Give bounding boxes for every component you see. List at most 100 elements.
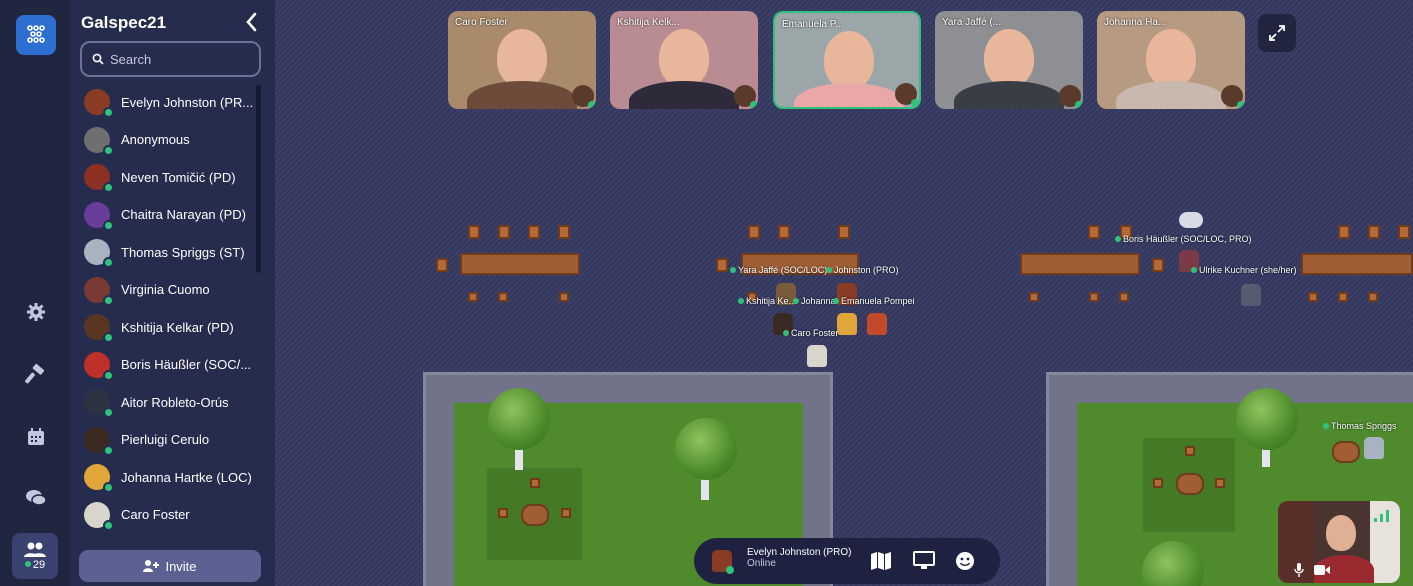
participant-body [794, 83, 904, 107]
chair [559, 292, 569, 302]
participant-row[interactable]: Aitor Robleto-Orús [84, 385, 259, 419]
microphone-icon[interactable] [1294, 563, 1304, 577]
chair [838, 225, 850, 239]
tile-avatar [1221, 85, 1245, 109]
map-label-caro: Caro Foster [783, 328, 839, 338]
map-label-johnston: Johnston (PRO) [826, 265, 899, 275]
online-status-icon [103, 519, 114, 531]
video-tile-label: Emanuela P... [782, 19, 844, 30]
chat-icon[interactable] [20, 482, 52, 514]
chair [1398, 225, 1410, 239]
chair [716, 258, 728, 272]
chair [1029, 292, 1039, 302]
round-table [521, 504, 549, 526]
participant-row[interactable]: Neven Tomičić (PD) [84, 160, 259, 194]
space-title: Galspec21 [81, 13, 167, 32]
participant-avatar [84, 314, 114, 343]
map-icon[interactable] [871, 552, 891, 570]
chair [1152, 258, 1164, 272]
invite-button[interactable]: Invite [79, 550, 261, 582]
expand-video-button[interactable] [1258, 14, 1296, 52]
people-icon [24, 542, 46, 557]
participant-row[interactable]: Evelyn Johnston (PR... [84, 85, 259, 119]
participant-avatar [84, 426, 114, 456]
chair [436, 258, 448, 272]
camera-icon[interactable] [1314, 565, 1330, 575]
avatar-caro[interactable] [807, 345, 827, 367]
chair [498, 508, 508, 518]
online-status-icon [103, 332, 114, 343]
participant-row[interactable]: Kshitija Kelkar (PD) [84, 310, 259, 344]
participant-avatar [84, 501, 114, 531]
build-hammer-icon[interactable] [20, 358, 52, 390]
participant-avatar [84, 126, 114, 156]
chair [1088, 225, 1100, 239]
avatar-thomas[interactable] [1364, 437, 1384, 459]
map-label-emanuela: Emanuela Pompei [833, 296, 915, 306]
video-tile[interactable]: Caro Foster [448, 11, 596, 109]
chair [1215, 478, 1225, 488]
participant-name: Kshitija Kelkar (PD) [121, 319, 234, 335]
self-video-preview[interactable] [1278, 501, 1400, 583]
search-input[interactable]: Search [80, 41, 261, 77]
tree [675, 418, 737, 480]
participant-name: Anonymous [121, 132, 190, 147]
participant-row[interactable]: Pierluigi Cerulo [84, 423, 259, 457]
emoji-icon[interactable] [955, 551, 975, 571]
round-table [1176, 473, 1204, 495]
online-status-icon [103, 182, 114, 193]
chair [778, 225, 790, 239]
participant-name: Chaitra Narayan (PD) [121, 207, 246, 222]
avatar-emanuela[interactable] [867, 313, 887, 335]
player-bar: Evelyn Johnston (PRO) Online [694, 538, 1000, 584]
online-count: 29 [25, 559, 45, 571]
online-status-icon [103, 107, 114, 118]
video-tile[interactable]: Kshitija Kelk... [610, 11, 758, 109]
calendar-icon[interactable] [20, 421, 52, 453]
settings-gear-icon[interactable] [20, 296, 52, 328]
chair [561, 508, 571, 518]
participant-row[interactable]: Thomas Spriggs (ST) [84, 235, 259, 269]
screen-share-icon[interactable] [913, 551, 935, 571]
game-map[interactable]: Yara Jaffé (SOC/LOC) Johnston (PRO) Kshi… [275, 0, 1413, 586]
online-status-icon [103, 369, 114, 381]
avatar-anonymous[interactable] [1241, 284, 1261, 306]
avatar-johanna[interactable] [837, 313, 857, 335]
participant-avatar [84, 464, 114, 493]
chair [1153, 478, 1163, 488]
participant-face [984, 29, 1034, 87]
space-logo-icon[interactable] [16, 15, 56, 55]
video-tile-label: Kshitija Kelk... [617, 17, 680, 28]
participant-avatar [84, 239, 114, 268]
map-label-boris: Boris Häußler (SOC/LOC, PRO) [1115, 234, 1252, 244]
participant-row[interactable]: Anonymous [84, 123, 259, 157]
expand-arrows-icon [1269, 25, 1285, 41]
chair [1368, 292, 1378, 302]
chair [468, 225, 480, 239]
online-status-icon [103, 219, 114, 231]
speech-bubble-icon [1179, 212, 1203, 228]
participant-face [659, 29, 709, 87]
participant-row[interactable]: Chaitra Narayan (PD) [84, 198, 259, 232]
sidebar-scrollbar[interactable] [256, 85, 261, 273]
participant-face [497, 29, 547, 87]
chair [498, 292, 508, 302]
video-tile[interactable]: Yara Jaffé (... [935, 11, 1083, 109]
chair [1308, 292, 1318, 302]
collapse-chevron-icon[interactable] [242, 10, 262, 34]
participant-name: Boris Häußler (SOC/... [121, 357, 252, 372]
tile-avatar [1059, 85, 1083, 109]
gather-app: 29 Galspec21 Search Evelyn Johnston (PR.… [0, 0, 1413, 586]
map-label-kshitija: Kshitija Ke... [738, 296, 796, 306]
participant-row[interactable]: Johanna Hartke (LOC) [84, 460, 259, 494]
participant-row[interactable]: Caro Foster [84, 498, 259, 532]
video-tile[interactable]: Emanuela P... [773, 11, 921, 109]
video-tile-label: Yara Jaffé (... [942, 17, 1002, 28]
player-name[interactable]: Evelyn Johnston (PRO) [747, 547, 852, 558]
player-status[interactable]: Online [747, 558, 776, 569]
participant-row[interactable]: Virginia Cuomo [84, 273, 259, 307]
participant-row[interactable]: Boris Häußler (SOC/... [84, 348, 259, 382]
chair [1185, 446, 1195, 456]
participants-button[interactable]: 29 [12, 533, 58, 579]
video-tile[interactable]: Johanna Ha... [1097, 11, 1245, 109]
